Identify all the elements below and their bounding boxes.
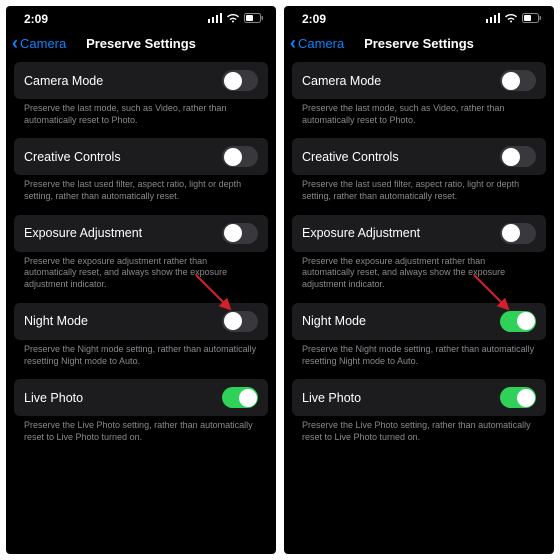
back-button[interactable]: ‹Camera (290, 34, 344, 52)
setting-description: Preserve the last mode, such as Video, r… (14, 99, 268, 138)
setting-label: Camera Mode (302, 74, 381, 88)
setting-row: Camera Mode (14, 62, 268, 99)
toggle-switch[interactable] (222, 311, 258, 332)
chevron-left-icon: ‹ (12, 34, 18, 52)
settings-list: Camera Mode Preserve the last mode, such … (284, 62, 554, 554)
toggle-knob (502, 72, 520, 90)
setting-label: Exposure Adjustment (24, 226, 142, 240)
chevron-left-icon: ‹ (290, 34, 296, 52)
setting-row: Exposure Adjustment (292, 215, 546, 252)
setting-row: Creative Controls (14, 138, 268, 175)
toggle-knob (224, 72, 242, 90)
setting-description: Preserve the exposure adjustment rather … (14, 252, 268, 303)
setting-label: Exposure Adjustment (302, 226, 420, 240)
setting-description: Preserve the last used filter, aspect ra… (14, 175, 268, 214)
toggle-knob (502, 148, 520, 166)
toggle-switch[interactable] (222, 223, 258, 244)
battery-icon (522, 12, 542, 26)
toggle-knob (239, 389, 257, 407)
setting-row: Night Mode (292, 303, 546, 340)
setting-description: Preserve the last used filter, aspect ra… (292, 175, 546, 214)
setting-row: Live Photo (14, 379, 268, 416)
signal-icon (208, 12, 222, 26)
wifi-icon (226, 12, 240, 26)
screen-left: 2:09 ‹CameraPreserve Settings Camera Mode P… (6, 6, 276, 554)
toggle-knob (517, 312, 535, 330)
back-label: Camera (298, 36, 344, 51)
setting-row: Live Photo (292, 379, 546, 416)
toggle-switch[interactable] (222, 70, 258, 91)
status-time: 2:09 (302, 12, 326, 26)
setting-description: Preserve the Night mode setting, rather … (292, 340, 546, 379)
back-button[interactable]: ‹Camera (12, 34, 66, 52)
toggle-switch[interactable] (500, 70, 536, 91)
toggle-knob (224, 312, 242, 330)
setting-row: Night Mode (14, 303, 268, 340)
setting-label: Camera Mode (24, 74, 103, 88)
setting-label: Creative Controls (24, 150, 121, 164)
setting-description: Preserve the exposure adjustment rather … (292, 252, 546, 303)
toggle-knob (502, 224, 520, 242)
setting-label: Night Mode (302, 314, 366, 328)
setting-label: Live Photo (302, 391, 361, 405)
setting-description: Preserve the Live Photo setting, rather … (14, 416, 268, 455)
toggle-switch[interactable] (222, 146, 258, 167)
status-bar: 2:09 (6, 6, 276, 28)
toggle-switch[interactable] (500, 387, 536, 408)
battery-icon (244, 12, 264, 26)
wifi-icon (504, 12, 518, 26)
settings-list: Camera Mode Preserve the last mode, such … (6, 62, 276, 554)
back-label: Camera (20, 36, 66, 51)
toggle-switch[interactable] (500, 146, 536, 167)
status-icons (486, 12, 542, 26)
toggle-switch[interactable] (500, 223, 536, 244)
toggle-knob (517, 389, 535, 407)
status-time: 2:09 (24, 12, 48, 26)
screen-right: 2:09 ‹CameraPreserve Settings Camera Mode P… (284, 6, 554, 554)
status-icons (208, 12, 264, 26)
nav-bar: ‹CameraPreserve Settings (6, 28, 276, 62)
status-bar: 2:09 (284, 6, 554, 28)
setting-description: Preserve the last mode, such as Video, r… (292, 99, 546, 138)
toggle-switch[interactable] (500, 311, 536, 332)
toggle-switch[interactable] (222, 387, 258, 408)
setting-label: Live Photo (24, 391, 83, 405)
toggle-knob (224, 224, 242, 242)
nav-bar: ‹CameraPreserve Settings (284, 28, 554, 62)
setting-label: Night Mode (24, 314, 88, 328)
setting-row: Camera Mode (292, 62, 546, 99)
signal-icon (486, 12, 500, 26)
toggle-knob (224, 148, 242, 166)
setting-label: Creative Controls (302, 150, 399, 164)
setting-description: Preserve the Live Photo setting, rather … (292, 416, 546, 455)
setting-description: Preserve the Night mode setting, rather … (14, 340, 268, 379)
setting-row: Creative Controls (292, 138, 546, 175)
setting-row: Exposure Adjustment (14, 215, 268, 252)
